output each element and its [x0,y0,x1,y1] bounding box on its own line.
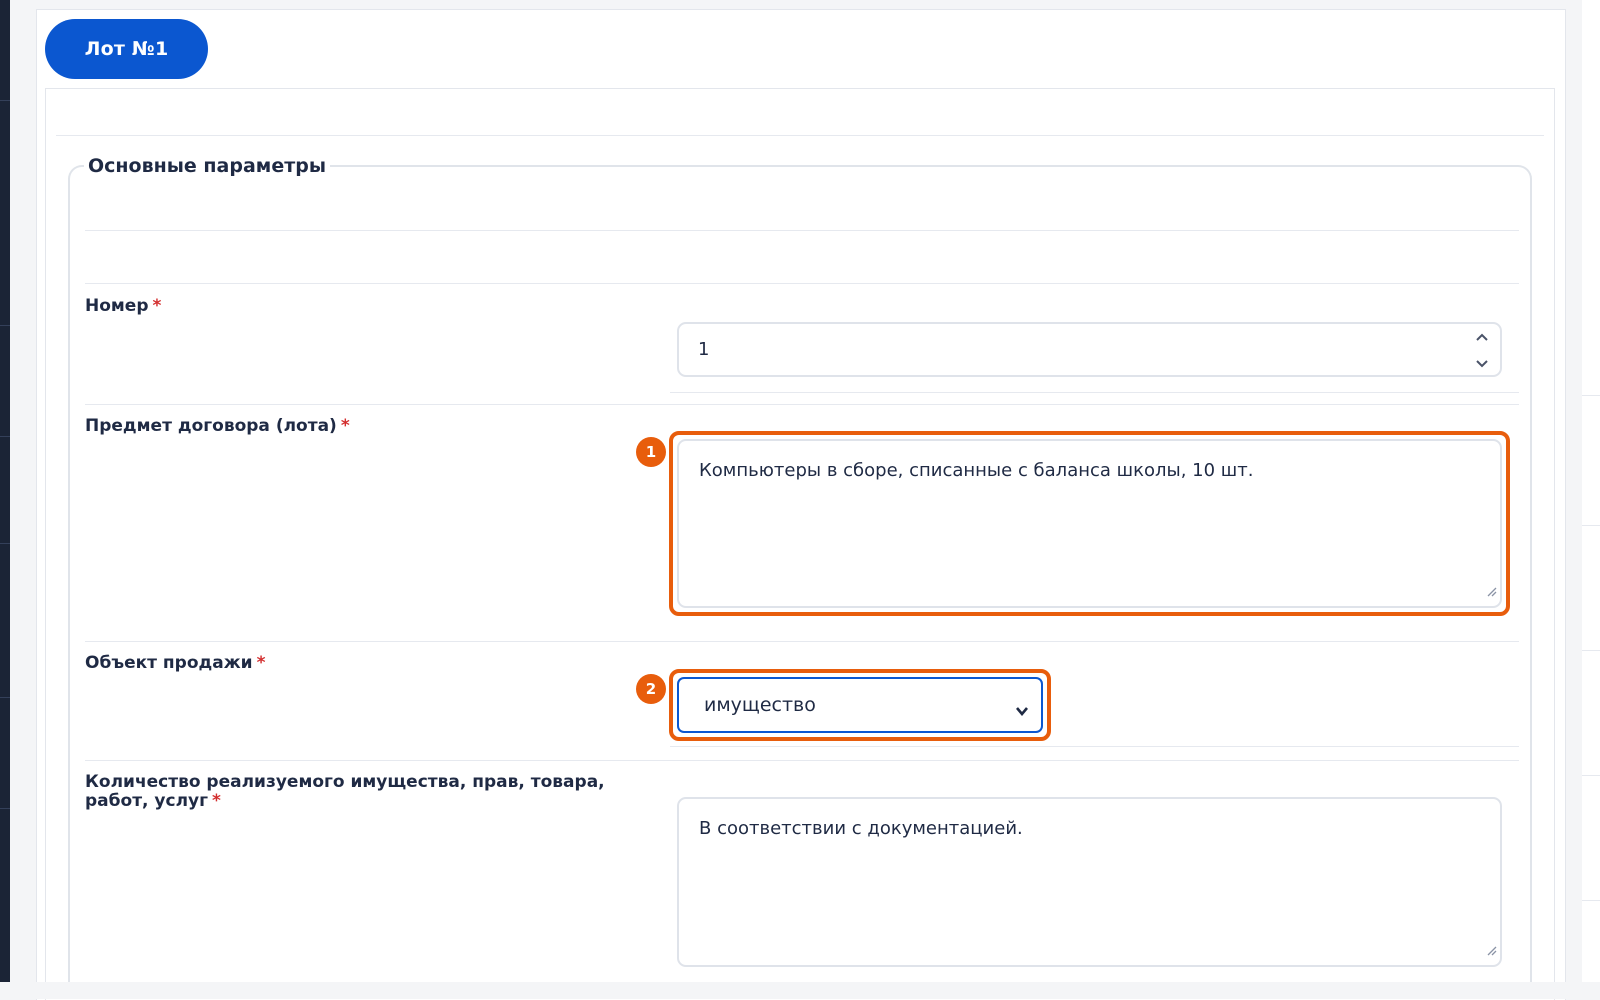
quantity-label-line1: Количество реализуемого имущества, прав,… [85,772,605,792]
chevron-down-icon[interactable] [1474,357,1490,369]
bottom-edge [0,982,1600,999]
chevron-down-icon [1015,699,1029,721]
sale-object-label-text: Объект продажи [85,653,253,673]
divider [85,641,1519,642]
tab-lot-1[interactable]: Лот №1 [45,19,208,79]
sale-object-select[interactable]: имущество [677,677,1043,733]
subject-textarea-value: Компьютеры в сборе, списанные с баланса … [699,460,1254,481]
quantity-label: Количество реализуемого имущества, прав,… [85,773,605,811]
divider [85,230,1519,231]
number-label: Номер * [85,297,161,316]
divider [85,404,1519,405]
divider [670,746,1519,747]
quantity-textarea-value: В соответствии с документацией. [699,818,1023,839]
divider [670,392,1519,393]
background-panel-right [1582,0,1600,982]
sale-object-label: Объект продажи * [85,654,265,673]
resize-grip-icon[interactable] [1485,940,1497,962]
number-label-text: Номер [85,296,149,316]
section-title: Основные параметры [88,155,327,177]
sale-object-selected: имущество [704,694,816,716]
background-sidebar-left [0,0,10,982]
subject-label-text: Предмет договора (лота) [85,416,337,436]
number-input[interactable]: 1 [677,322,1502,377]
resize-grip-icon[interactable] [1485,581,1497,603]
required-mark: * [152,296,162,316]
step-badge-1: 1 [636,437,666,467]
chevron-up-icon[interactable] [1474,331,1490,343]
divider [56,135,1544,136]
subject-textarea[interactable]: Компьютеры в сборе, списанные с баланса … [677,439,1502,608]
required-mark: * [340,416,350,436]
number-input-value: 1 [698,339,710,360]
quantity-label-line2: работ, услуг [85,791,208,811]
required-mark: * [212,791,221,811]
quantity-textarea[interactable]: В соответствии с документацией. [677,797,1502,967]
subject-label: Предмет договора (лота) * [85,417,350,436]
tab-lot-1-label: Лот №1 [84,38,169,60]
required-mark: * [256,653,266,673]
divider [85,283,1519,284]
step-badge-2: 2 [636,674,666,704]
divider [85,760,1519,761]
